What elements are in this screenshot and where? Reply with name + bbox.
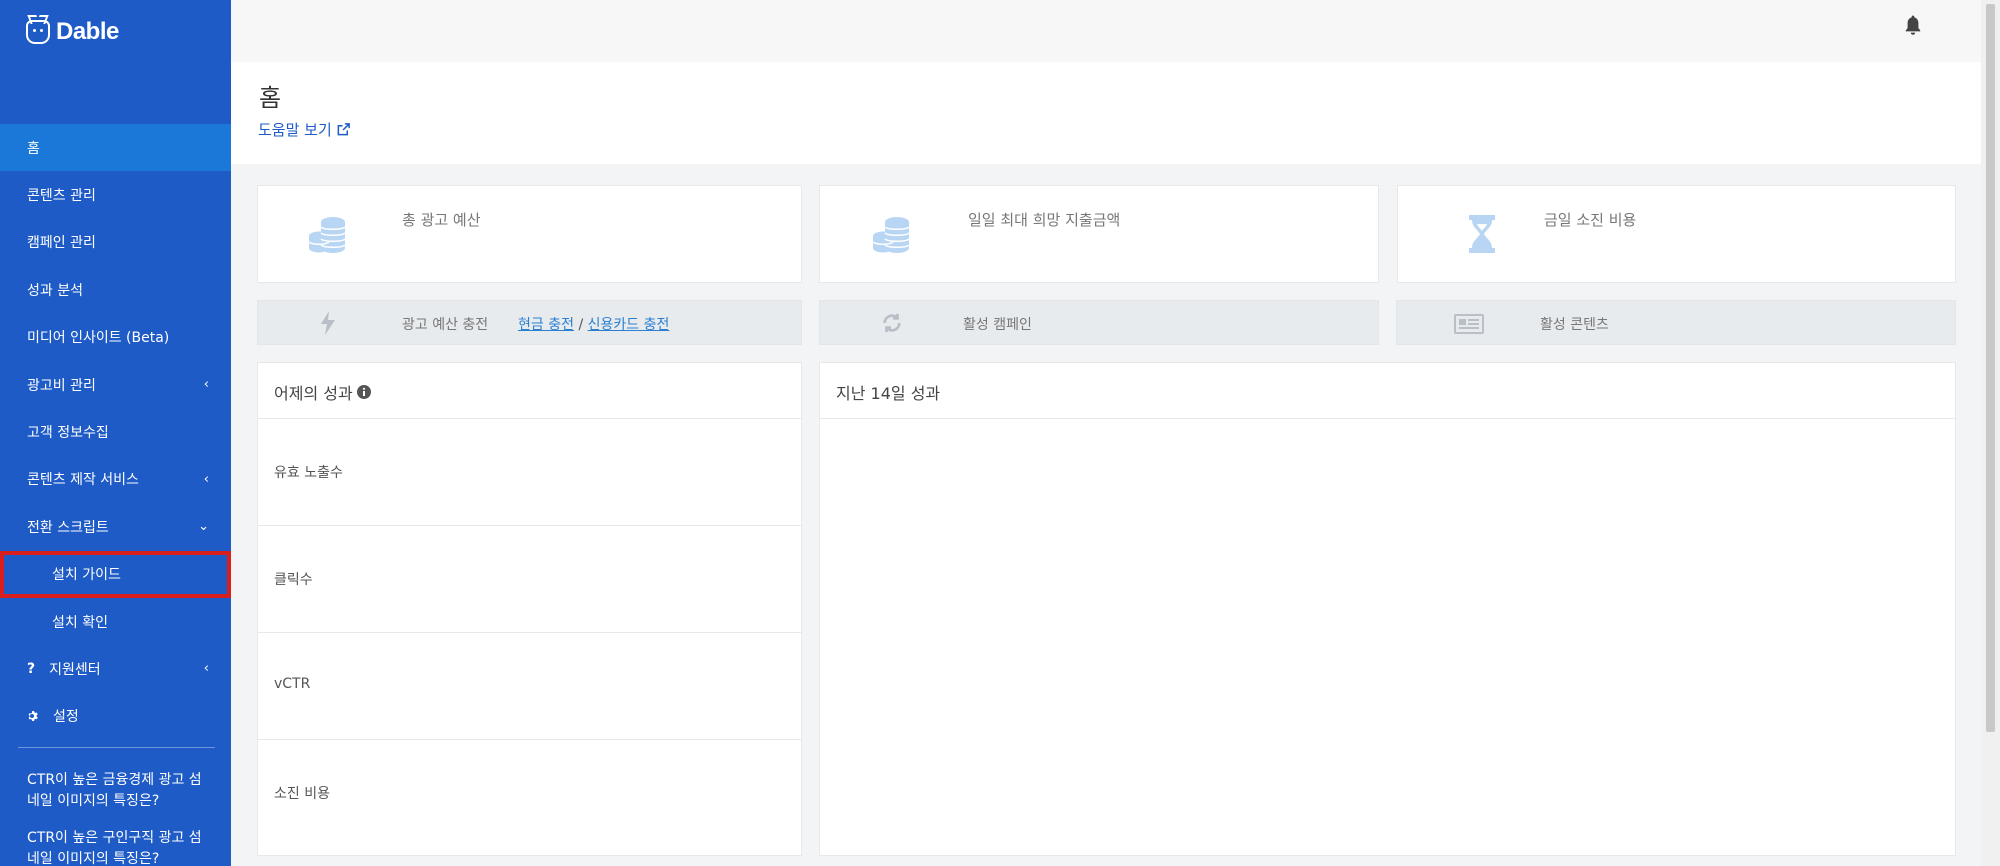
sidebar-item-content-production[interactable]: 콘텐츠 제작 서비스 ‹: [0, 456, 231, 503]
gear-icon: [28, 711, 38, 722]
active-contents-label: 활성 콘텐츠: [1540, 317, 1609, 333]
sidebar-item-label: 광고비 관리: [27, 377, 96, 394]
bell-icon[interactable]: [1904, 14, 1922, 36]
dable-logo-icon: [26, 20, 50, 44]
sidebar-item-label: 미디어 인사이트 (Beta): [27, 330, 170, 347]
sidebar-item-content-management[interactable]: 콘텐츠 관리: [0, 171, 231, 218]
sidebar-item-label: 지원센터: [49, 661, 101, 678]
today-spend-card: 금일 소진 비용: [1397, 185, 1956, 283]
chevron-left-icon: ‹: [203, 661, 209, 677]
total-budget-label: 총 광고 예산: [402, 211, 481, 229]
charge-separator: /: [578, 317, 584, 333]
chevron-left-icon: ‹: [203, 377, 209, 393]
sidebar-item-home[interactable]: 홈: [0, 124, 231, 172]
sidebar-divider: [18, 747, 215, 748]
page-header: 홈 도움말 보기: [231, 62, 1981, 164]
sidebar-item-ad-budget[interactable]: 광고비 관리 ‹: [0, 361, 231, 408]
budget-charge-label: 광고 예산 충전: [402, 317, 489, 333]
promo-link-jobs[interactable]: CTR이 높은 구인구직 광고 섬네일 이미지의 특징은?: [27, 828, 212, 866]
page-scrollbar[interactable]: [1981, 0, 2000, 866]
sidebar-item-customer-info[interactable]: 고객 정보수집: [0, 408, 231, 455]
panel-divider: [820, 418, 1955, 419]
last-14-days-panel: 지난 14일 성과: [819, 362, 1956, 856]
metric-label: 소진 비용: [274, 786, 330, 802]
promo-link-finance[interactable]: CTR이 높은 금융경제 광고 섬네일 이미지의 특징은?: [27, 770, 212, 812]
coins-icon: [308, 217, 346, 253]
chevron-left-icon: ‹: [203, 471, 209, 487]
sidebar-item-support-center[interactable]: ? 지원센터 ‹: [0, 645, 231, 692]
sidebar-item-label: 홈: [27, 140, 40, 157]
metric-label: 유효 노출수: [274, 465, 343, 481]
chevron-down-icon: ⌄: [198, 519, 209, 535]
sidebar-item-media-insight[interactable]: 미디어 인사이트 (Beta): [0, 314, 231, 361]
refresh-icon: [883, 313, 901, 333]
metric-row-spend: 소진 비용: [258, 740, 801, 847]
yesterday-panel-title: 어제의 성과: [274, 380, 371, 404]
dable-logo[interactable]: Dable: [26, 16, 119, 48]
sidebar-item-label: 설정: [53, 709, 79, 726]
last14-panel-title: 지난 14일 성과: [836, 384, 941, 403]
active-campaigns-label: 활성 캠페인: [963, 317, 1032, 333]
question-icon: ?: [27, 660, 36, 677]
charge-links: 현금 충전 / 신용카드 충전: [518, 314, 669, 334]
sidebar-item-label: 캠페인 관리: [27, 235, 96, 252]
sidebar-item-label: 콘텐츠 관리: [27, 188, 96, 205]
today-spend-label: 금일 소진 비용: [1544, 211, 1637, 229]
sidebar-item-performance-analysis[interactable]: 성과 분석: [0, 266, 231, 313]
coins-icon: [872, 217, 910, 253]
hourglass-icon: [1469, 215, 1495, 253]
metric-row-impressions: 유효 노출수: [258, 419, 801, 526]
metric-row-vctr: vCTR: [258, 633, 801, 740]
external-link-icon: [337, 123, 350, 136]
newspaper-icon: [1454, 314, 1484, 334]
sidebar-item-label: 성과 분석: [27, 282, 83, 299]
yesterday-performance-panel: 어제의 성과 유효 노출수 클릭수 vCTR 소진 비용: [257, 362, 802, 856]
sidebar-item-label: 전환 스크립트: [27, 519, 109, 536]
sidebar: Dable 홈 콘텐츠 관리 캠페인 관리 성과 분석 미디어 인사이트 (Be…: [0, 0, 231, 866]
sidebar-item-label: 고객 정보수집: [27, 425, 109, 442]
info-icon[interactable]: [356, 385, 371, 399]
daily-max-label: 일일 최대 희망 지출금액: [968, 211, 1121, 229]
daily-max-card: 일일 최대 희망 지출금액: [819, 185, 1379, 283]
metric-row-clicks: 클릭수: [258, 526, 801, 633]
total-budget-card: 총 광고 예산: [257, 185, 802, 283]
cash-charge-link[interactable]: 현금 충전: [518, 317, 574, 333]
yesterday-title-text: 어제의 성과: [274, 384, 353, 403]
top-bar: [231, 0, 1981, 62]
help-link-label: 도움말 보기: [258, 121, 332, 139]
budget-charge-bar: 광고 예산 충전 현금 충전 / 신용카드 충전: [257, 300, 802, 345]
sidebar-item-install-check[interactable]: 설치 확인: [0, 598, 231, 645]
active-contents-bar[interactable]: 활성 콘텐츠: [1396, 300, 1956, 345]
sidebar-item-conversion-script[interactable]: 전환 스크립트 ⌄: [0, 503, 231, 550]
sidebar-item-label: 콘텐츠 제작 서비스: [27, 472, 139, 489]
sidebar-item-campaign-management[interactable]: 캠페인 관리: [0, 219, 231, 266]
sidebar-item-label: 설치 가이드: [52, 567, 121, 584]
metric-label: 클릭수: [274, 572, 313, 588]
bolt-icon: [321, 311, 335, 335]
help-link[interactable]: 도움말 보기: [258, 119, 351, 140]
active-campaigns-bar[interactable]: 활성 캠페인: [819, 300, 1379, 345]
sidebar-item-label: 설치 확인: [52, 614, 108, 631]
metric-label: vCTR: [274, 676, 311, 692]
page-title: 홈: [259, 84, 282, 112]
brand-name: Dable: [56, 18, 119, 45]
sidebar-item-install-guide[interactable]: 설치 가이드: [0, 550, 231, 598]
card-charge-link[interactable]: 신용카드 충전: [588, 317, 670, 333]
scrollbar-thumb[interactable]: [1986, 4, 1995, 732]
sidebar-nav: 홈 콘텐츠 관리 캠페인 관리 성과 분석 미디어 인사이트 (Beta) 광고…: [0, 124, 231, 740]
sidebar-item-settings[interactable]: 설정: [0, 693, 231, 740]
